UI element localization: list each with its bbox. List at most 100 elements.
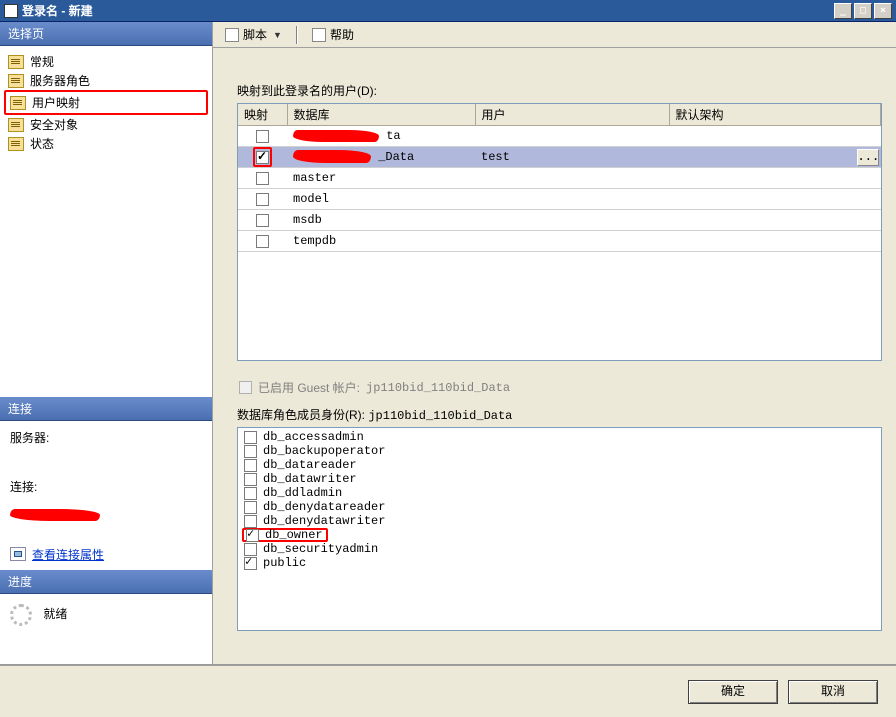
role-item[interactable]: db_accessadmin (242, 430, 877, 444)
dropdown-arrow-icon: ▼ (273, 30, 282, 40)
role-checkbox[interactable] (244, 501, 257, 514)
toolbar-separator (296, 26, 298, 44)
role-item[interactable]: db_securityadmin (242, 542, 877, 556)
minimize-button[interactable]: _ (834, 3, 852, 19)
map-checkbox[interactable] (256, 193, 269, 206)
window-buttons: _ □ × (834, 3, 892, 19)
roles-list[interactable]: db_accessadmin db_backupoperator db_data… (237, 427, 882, 631)
col-schema[interactable]: 默认架构 (669, 104, 881, 126)
map-checkbox[interactable] (256, 130, 269, 143)
dialog-footer: 确定 取消 (0, 665, 896, 717)
map-checkbox[interactable] (256, 151, 269, 164)
role-item[interactable]: db_datareader (242, 458, 877, 472)
guest-checkbox (239, 381, 252, 394)
col-user[interactable]: 用户 (475, 104, 669, 126)
schema-cell (669, 126, 881, 147)
role-item[interactable]: db_ddladmin (242, 486, 877, 500)
role-checkbox[interactable] (244, 487, 257, 500)
map-checkbox[interactable] (256, 172, 269, 185)
progress-panel: 就绪 (0, 594, 212, 664)
nav-label: 常规 (30, 53, 54, 70)
role-item-db-owner[interactable]: db_owner (242, 528, 328, 542)
role-item[interactable]: db_backupoperator (242, 444, 877, 458)
page-icon (8, 74, 24, 88)
role-item[interactable]: db_datawriter (242, 472, 877, 486)
connection-label: 连接: (10, 478, 202, 495)
nav-server-roles[interactable]: 服务器角色 (4, 71, 208, 90)
help-icon (312, 28, 326, 42)
guest-enabled-row: 已启用 Guest 帐户: jp110bid_110bid_Data (239, 379, 882, 396)
progress-header: 进度 (0, 570, 212, 594)
role-checkbox[interactable] (244, 557, 257, 570)
role-checkbox[interactable] (244, 459, 257, 472)
role-name: db_accessadmin (263, 430, 364, 444)
nav-label: 用户映射 (32, 94, 80, 111)
role-name: db_denydatawriter (263, 514, 385, 528)
role-checkbox[interactable] (244, 473, 257, 486)
role-item[interactable]: public (242, 556, 877, 570)
nav-securables[interactable]: 安全对象 (4, 115, 208, 134)
help-button[interactable]: 帮助 (306, 25, 360, 44)
role-item[interactable]: db_denydatawriter (242, 514, 877, 528)
page-icon (8, 137, 24, 151)
grid-header-row: 映射 数据库 用户 默认架构 (238, 104, 881, 126)
schema-cell (669, 189, 881, 210)
role-name: db_denydatareader (263, 500, 385, 514)
grid-row[interactable]: ta (238, 126, 881, 147)
db-cell: master (287, 168, 475, 189)
map-checkbox[interactable] (256, 214, 269, 227)
col-map[interactable]: 映射 (238, 104, 287, 126)
page-nav: 常规 服务器角色 用户映射 安全对象 状态 (0, 46, 212, 159)
script-icon (225, 28, 239, 42)
user-cell[interactable]: test (475, 147, 669, 168)
progress-status: 就绪 (43, 607, 67, 621)
page-icon (10, 96, 26, 110)
user-cell (475, 168, 669, 189)
close-button[interactable]: × (874, 3, 892, 19)
grid-row[interactable]: master (238, 168, 881, 189)
mapping-grid[interactable]: 映射 数据库 用户 默认架构 ta (237, 103, 882, 361)
role-name: db_datawriter (263, 472, 357, 486)
user-cell (475, 126, 669, 147)
cancel-button[interactable]: 取消 (788, 680, 878, 704)
help-label: 帮助 (330, 26, 354, 43)
maximize-button[interactable]: □ (854, 3, 872, 19)
grid-row[interactable]: tempdb (238, 231, 881, 252)
redacted-db (293, 150, 371, 163)
ok-button[interactable]: 确定 (688, 680, 778, 704)
role-name: db_datareader (263, 458, 357, 472)
mapping-label: 映射到此登录名的用户(D): (237, 82, 882, 99)
role-checkbox[interactable] (246, 529, 259, 542)
properties-icon (10, 547, 26, 561)
user-cell (475, 189, 669, 210)
grid-row[interactable]: msdb (238, 210, 881, 231)
nav-user-mapping[interactable]: 用户映射 (4, 90, 208, 115)
user-cell (475, 210, 669, 231)
select-page-header: 选择页 (0, 22, 212, 46)
db-cell: model (287, 189, 475, 210)
col-database[interactable]: 数据库 (287, 104, 475, 126)
db-cell: ta (287, 126, 475, 147)
role-checkbox[interactable] (244, 431, 257, 444)
server-label: 服务器: (10, 429, 202, 446)
schema-cell (669, 210, 881, 231)
schema-cell[interactable]: ... (669, 147, 881, 168)
role-name: db_backupoperator (263, 444, 385, 458)
redacted-db (293, 130, 379, 142)
connection-header: 连接 (0, 397, 212, 421)
view-connection-properties-link[interactable]: 查看连接属性 (10, 546, 104, 563)
browse-schema-button[interactable]: ... (857, 149, 879, 166)
grid-row-selected[interactable]: _Data test ... (238, 147, 881, 168)
role-name: db_owner (265, 528, 323, 542)
script-button[interactable]: 脚本 ▼ (219, 25, 288, 44)
nav-label: 状态 (30, 135, 54, 152)
schema-cell (669, 231, 881, 252)
grid-row[interactable]: model (238, 189, 881, 210)
role-checkbox[interactable] (244, 445, 257, 458)
db-cell: msdb (287, 210, 475, 231)
nav-status[interactable]: 状态 (4, 134, 208, 153)
role-item[interactable]: db_denydatareader (242, 500, 877, 514)
map-checkbox[interactable] (256, 235, 269, 248)
nav-label: 服务器角色 (30, 72, 90, 89)
nav-general[interactable]: 常规 (4, 52, 208, 71)
